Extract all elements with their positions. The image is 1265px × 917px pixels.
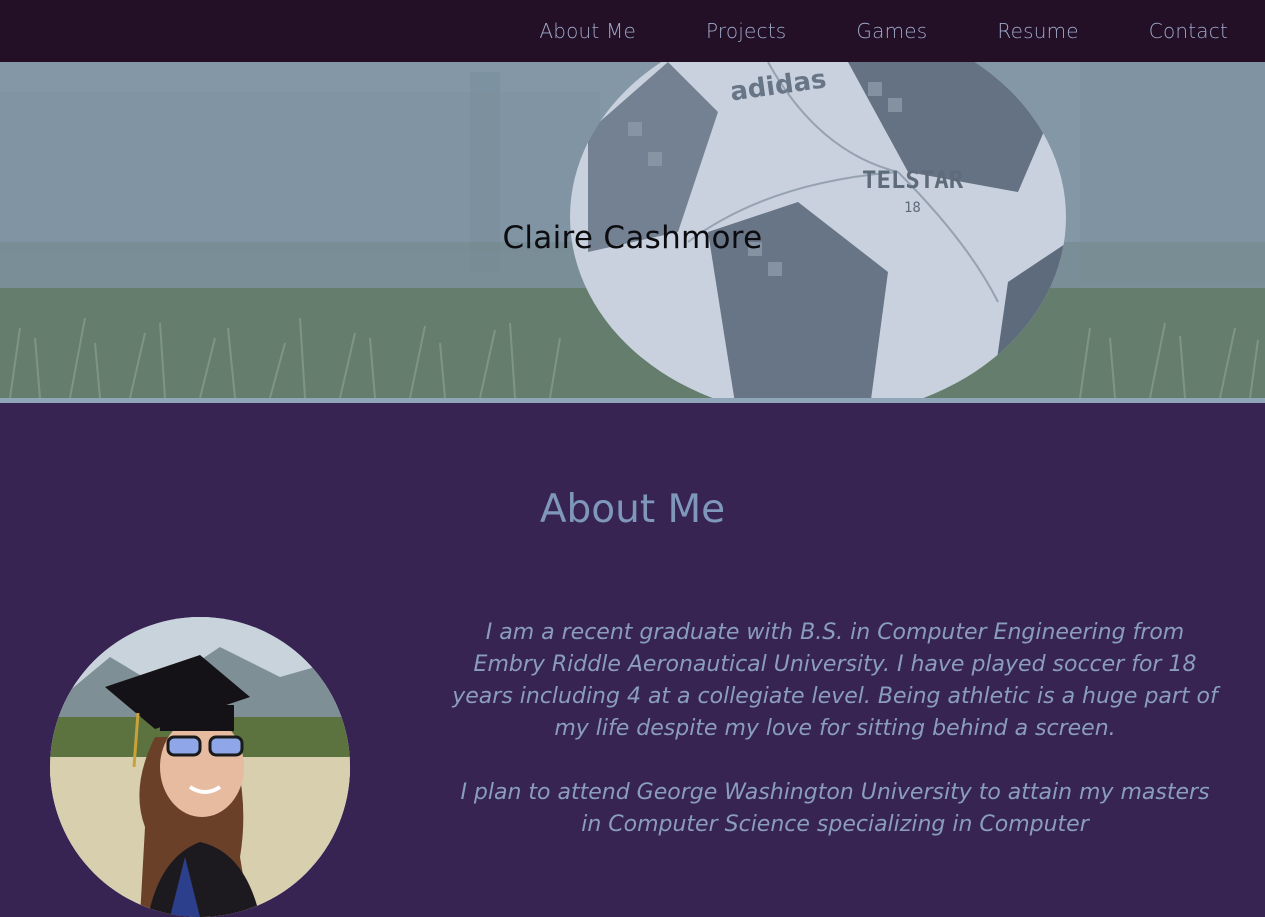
hero-title: Claire Cashmore xyxy=(502,220,763,256)
profile-photo xyxy=(50,617,350,917)
nav-link-projects[interactable]: Projects xyxy=(706,0,786,62)
about-section: About Me I am a recent graduate with B.S… xyxy=(0,403,1265,917)
about-description: I am a recent graduate with B.S. in Comp… xyxy=(450,617,1220,873)
about-paragraph-2: I plan to attend George Washington Unive… xyxy=(460,780,1210,837)
nav-link-games[interactable]: Games xyxy=(856,0,927,62)
hero-banner: adidas TELSTAR 18 Claire Cashmore xyxy=(0,62,1265,398)
top-navigation: About Me Projects Games Resume Contact xyxy=(0,0,1265,62)
nav-link-resume[interactable]: Resume xyxy=(997,0,1078,62)
about-heading: About Me xyxy=(539,487,726,532)
nav-link-contact[interactable]: Contact xyxy=(1149,0,1228,62)
about-paragraph-1: I am a recent graduate with B.S. in Comp… xyxy=(452,620,1218,741)
nav-link-about-me[interactable]: About Me xyxy=(539,0,636,62)
